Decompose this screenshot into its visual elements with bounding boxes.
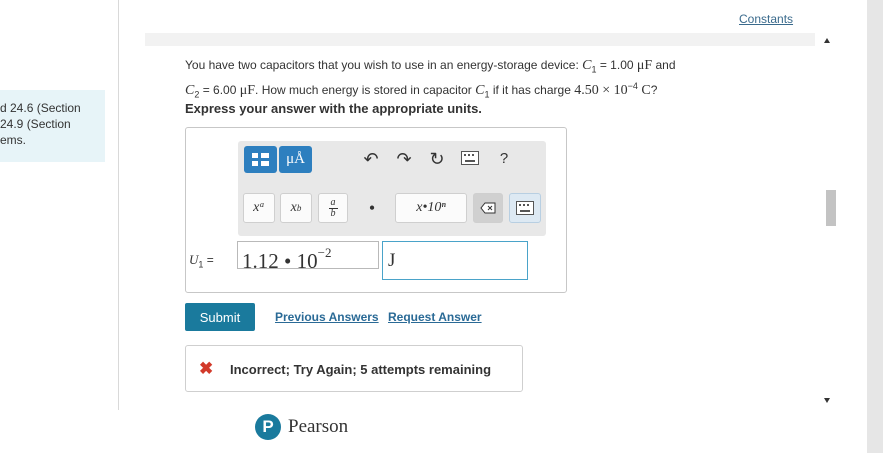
left-nav-line[interactable]: d 24.6 (Section	[0, 100, 81, 116]
header-strip	[145, 33, 815, 46]
scroll-up-icon[interactable]	[824, 38, 830, 43]
templates-icon[interactable]	[244, 146, 277, 173]
left-nav-panel: d 24.6 (Section 24.9 (Section ems.	[0, 90, 105, 162]
scientific-notation-button[interactable]: x•10ⁿ	[395, 193, 467, 223]
scrollbar[interactable]	[819, 30, 841, 410]
help-icon[interactable]: ?	[494, 148, 514, 168]
right-margin	[867, 0, 883, 453]
previous-answers-link[interactable]: Previous Answers	[275, 310, 379, 324]
constants-link[interactable]: Constants	[739, 12, 793, 26]
scroll-down-icon[interactable]	[824, 398, 830, 403]
feedback-text: Incorrect; Try Again; 5 attempts remaini…	[230, 362, 492, 377]
reset-icon[interactable]: ↻	[427, 149, 447, 169]
math-toolbar: μÅ ↶ ↷ ↻ ? xᵃ xb a b • x•10ⁿ	[238, 141, 546, 236]
left-nav-line[interactable]: ems.	[0, 132, 26, 148]
redo-icon[interactable]: ↷	[394, 149, 414, 169]
superscript-button[interactable]: xᵃ	[243, 193, 275, 223]
left-nav-line[interactable]: 24.9 (Section	[0, 116, 71, 132]
pearson-logo-icon: P	[255, 414, 281, 440]
feedback-box: ✖ Incorrect; Try Again; 5 attempts remai…	[185, 345, 523, 392]
question-text: You have two capacitors that you wish to…	[185, 58, 676, 100]
multiply-dot-button[interactable]: •	[360, 193, 384, 223]
keyboard-icon[interactable]	[461, 151, 479, 165]
pearson-brand: P Pearson	[255, 414, 348, 440]
pearson-text: Pearson	[288, 416, 349, 437]
subscript-button[interactable]: xb	[280, 193, 312, 223]
fraction-button[interactable]: a b	[318, 193, 348, 223]
request-answer-link[interactable]: Request Answer	[388, 310, 482, 324]
undo-icon[interactable]: ↶	[361, 149, 381, 169]
submit-button[interactable]: Submit	[185, 303, 255, 331]
units-icon[interactable]: μÅ	[279, 146, 312, 173]
scroll-thumb[interactable]	[826, 190, 836, 226]
answer-label: U1 =	[189, 252, 214, 270]
units-input[interactable]: J	[382, 241, 528, 280]
delete-icon[interactable]	[473, 193, 503, 223]
value-input[interactable]: 1.12 • 10−2	[237, 241, 379, 273]
answer-box: μÅ ↶ ↷ ↻ ? xᵃ xb a b • x•10ⁿ U1 = 1.12 •…	[185, 127, 567, 293]
keyboard-toggle-icon[interactable]	[509, 193, 541, 223]
panel-divider	[118, 0, 119, 410]
instructions: Express your answer with the appropriate…	[185, 101, 482, 116]
error-icon: ✖	[199, 359, 214, 378]
